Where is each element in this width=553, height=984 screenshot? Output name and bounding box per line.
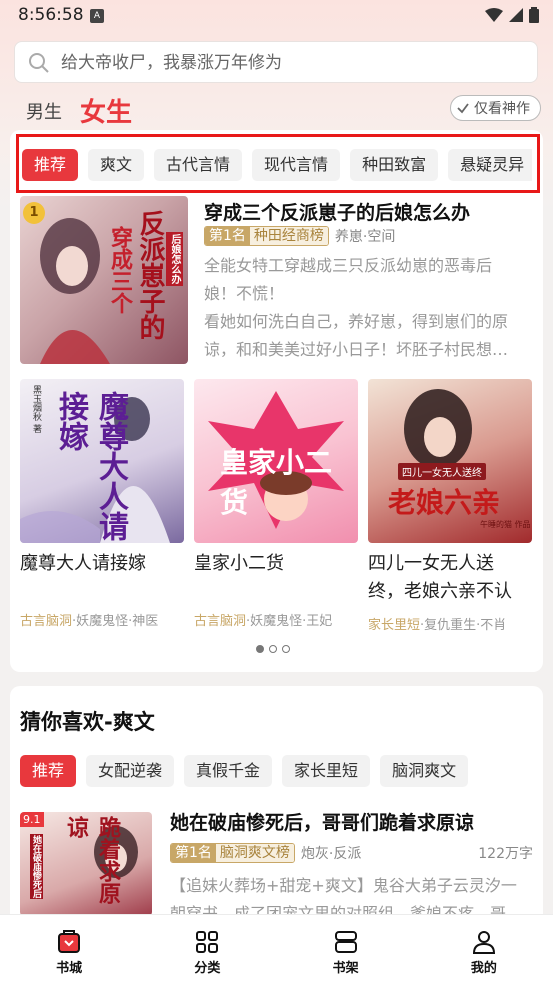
nav-bookshelf[interactable]: 书架 — [277, 915, 415, 984]
guess-category-chip[interactable]: 推荐 — [20, 755, 77, 787]
book-tags: 古言脑洞·妖魔鬼怪·神医 — [20, 610, 182, 629]
book-tag-rest: ·妖魔鬼怪·神医 — [72, 614, 159, 629]
book-cover[interactable]: 黑玉烟秋 著 魔尊大人请接嫁 — [20, 379, 184, 543]
guess-category-chip[interactable]: 真假千金 — [184, 755, 273, 787]
bookstore-icon — [58, 930, 81, 953]
featured-book-cover[interactable]: 1 反派崽子的 穿成三个 后娘怎么办 — [20, 196, 188, 364]
rank-list-name: 种田经商榜 — [249, 227, 328, 245]
cover-title-text: 穿成三个 — [107, 226, 133, 314]
masterpiece-filter-label: 仅看神作 — [474, 101, 530, 117]
book-tag-primary: 古言脑洞 — [194, 614, 247, 629]
status-time: 8:56:58 — [18, 5, 84, 25]
nav-label: 书架 — [332, 961, 359, 976]
nav-profile[interactable]: 我的 — [415, 915, 553, 984]
cover-author-text: 午睡的猫 作品 — [480, 520, 531, 529]
book-tags: 家长里短·复仇重生·不肖 — [368, 614, 530, 633]
nav-label: 分类 — [194, 961, 221, 976]
nav-label: 书城 — [56, 961, 83, 976]
cover-subtitle-text: 四儿一女无人送终 — [398, 463, 486, 480]
book-tag-rest: ·妖魔鬼怪·王妃 — [246, 614, 333, 629]
guess-category-chip[interactable]: 脑洞爽文 — [380, 755, 469, 787]
book-title-line[interactable]: 终，老娘六亲不认 — [368, 578, 512, 606]
book-tag-primary: 古言脑洞 — [20, 614, 73, 629]
bottom-navigation: 书城 分类 书架 我的 — [0, 914, 553, 984]
cell-signal-icon — [509, 8, 523, 22]
guess-category-chip[interactable]: 家长里短 — [282, 755, 371, 787]
notification-icon: A — [90, 9, 104, 23]
cover-title-text: 跪着求原谅 — [63, 816, 121, 904]
cover-title-text: 反派崽子的 — [135, 210, 165, 340]
featured-rank-row: 第1名 种田经商榜 养崽·空间 — [204, 226, 395, 246]
description-line: 娘！不慌！ — [204, 284, 285, 303]
cover-title-text: 皇家小二货 — [220, 446, 333, 519]
search-bar[interactable] — [14, 41, 538, 83]
description-line: 【追妹火葬场+甜宠+爽文】鬼谷大弟子云灵汐一 — [170, 876, 517, 895]
carousel-dot[interactable] — [269, 645, 277, 653]
description-line: 全能女特工穿越成三只反派幼崽的恶毒后 — [204, 256, 493, 275]
book-title[interactable]: 皇家小二货 — [194, 550, 284, 578]
guess-category-tabs: 推荐 女配逆袭 真假千金 家长里短 脑洞爽文 — [20, 755, 469, 787]
rank-badge[interactable]: 第1名 脑洞爽文榜 — [170, 843, 295, 863]
description-line: 看她如何洗白自己，养好崽，得到崽们的原 — [204, 312, 509, 331]
description-line: 谅，和和美美过好小日子！坏胚子村民想… — [204, 340, 509, 359]
carousel-dot[interactable] — [282, 645, 290, 653]
check-icon — [457, 103, 469, 114]
rank-position: 第1名 — [171, 844, 216, 862]
status-bar: 8:56:58 A — [0, 0, 553, 32]
masterpiece-filter-button[interactable]: 仅看神作 — [450, 95, 541, 121]
cover-title-text: 魔尊大人请接嫁 — [53, 391, 128, 541]
nav-bookstore[interactable]: 书城 — [0, 915, 138, 984]
nav-category[interactable]: 分类 — [138, 915, 276, 984]
book-title-line[interactable]: 四儿一女无人送 — [368, 550, 494, 578]
book-tags: 养崽·空间 — [334, 229, 396, 245]
section-title: 猜你喜欢-爽文 — [20, 710, 155, 734]
nav-label: 我的 — [470, 961, 497, 976]
book-tag-primary: 家长里短 — [368, 618, 421, 633]
guess-book-cover[interactable]: 9.1 跪着求原谅 她在破庙惨死后 — [20, 812, 152, 916]
category-icon — [196, 931, 219, 953]
book-title[interactable]: 魔尊大人请接嫁 — [20, 550, 146, 578]
profile-icon — [472, 931, 495, 954]
book-cover[interactable]: 皇家小二货 — [194, 379, 358, 543]
carousel-dot[interactable] — [256, 645, 264, 653]
search-icon — [29, 53, 49, 73]
book-score: 9.1 — [20, 812, 44, 827]
guess-category-chip[interactable]: 女配逆袭 — [86, 755, 175, 787]
cover-subtitle-text: 她在破庙惨死后 — [30, 834, 43, 899]
guess-book-title[interactable]: 她在破庙惨死后，哥哥们跪着求原谅 — [170, 808, 474, 835]
cover-title-text: 老娘六亲 — [388, 486, 501, 519]
rank-position: 第1名 — [205, 227, 250, 245]
book-tags: 炮灰·反派 — [300, 846, 362, 862]
search-input[interactable] — [61, 48, 521, 78]
status-icons — [485, 7, 539, 23]
highlight-annotation-box — [16, 134, 540, 193]
book-cover[interactable]: 四儿一女无人送终 老娘六亲 午睡的猫 作品 — [368, 379, 532, 543]
carousel-pagination — [256, 645, 290, 653]
book-tags: 古言脑洞·妖魔鬼怪·王妃 — [194, 610, 356, 629]
tab-female[interactable]: 女生 — [80, 92, 132, 129]
cover-subtitle-text: 后娘怎么办 — [166, 232, 183, 286]
rank-badge[interactable]: 第1名 种田经商榜 — [204, 226, 329, 246]
bookshelf-icon — [334, 931, 357, 953]
featured-book-title[interactable]: 穿成三个反派崽子的后娘怎么办 — [204, 198, 470, 225]
wifi-icon — [485, 8, 503, 22]
battery-icon — [529, 7, 539, 23]
rank-corner-badge: 1 — [23, 202, 45, 224]
tab-male[interactable]: 男生 — [26, 98, 62, 124]
cover-author-text: 黑玉烟秋 著 — [31, 385, 41, 433]
guess-rank-row: 第1名 脑洞爽文榜 炮灰·反派 — [170, 843, 361, 863]
featured-book-description: 全能女特工穿越成三只反派幼崽的恶毒后 娘！不慌！ 看她如何洗白自己，养好崽，得到… — [204, 252, 534, 364]
book-tag-rest: ·复仇重生·不肖 — [420, 618, 507, 633]
rank-list-name: 脑洞爽文榜 — [215, 844, 294, 862]
word-count: 122万字 — [478, 846, 533, 862]
